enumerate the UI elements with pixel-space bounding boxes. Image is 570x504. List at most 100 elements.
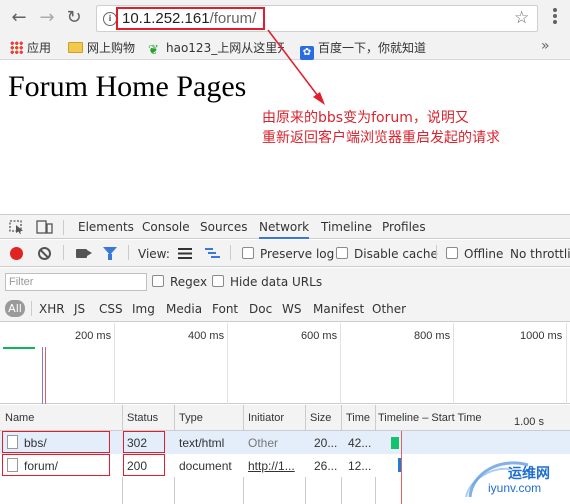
- preserve-log-checkbox[interactable]: [242, 247, 254, 259]
- annotation-text: 由原来的bbs变为forum，说明又 重新返回客户端浏览器重启发起的请求: [262, 108, 562, 148]
- row-type: document: [179, 459, 232, 473]
- annotation-line-1: 由原来的bbs变为forum，说明又: [262, 110, 469, 126]
- reload-icon[interactable]: ↻: [63, 7, 85, 29]
- name-highlight-box: [2, 431, 110, 453]
- tab-console[interactable]: Console: [142, 220, 190, 234]
- type-font[interactable]: Font: [212, 302, 238, 316]
- filter-bar: Filter Regex Hide data URLs: [0, 268, 570, 294]
- network-overview[interactable]: 200 ms 400 ms 600 ms 800 ms 1000 ms: [0, 323, 570, 404]
- menu-icon[interactable]: [548, 8, 562, 28]
- capture-screenshots-icon[interactable]: [76, 249, 92, 258]
- bookmark-baidu[interactable]: ✿ 百度一下，你就知道: [300, 40, 426, 60]
- tab-profiles[interactable]: Profiles: [382, 220, 426, 234]
- row-type: text/html: [179, 436, 225, 450]
- network-toolbar: View: Preserve log Disable cache Offline…: [0, 240, 570, 267]
- bookmark-label: hao123_上网从这里开: [166, 41, 284, 55]
- col-timeline[interactable]: Timeline – Start Time: [378, 412, 482, 424]
- toolbar-divider: [436, 245, 437, 260]
- annotation-line-2: 重新返回客户端浏览器重启发起的请求: [262, 130, 500, 146]
- devtools-tab-bar: Elements Console Sources Network Timelin…: [0, 214, 570, 239]
- overview-gridline: [340, 323, 341, 404]
- overview-waterfall-icon[interactable]: [205, 248, 220, 259]
- bookmark-apps[interactable]: 应用: [10, 40, 51, 56]
- col-time[interactable]: Time: [346, 412, 370, 424]
- tab-elements[interactable]: Elements: [78, 220, 134, 234]
- timeline-scale-label: 1.00 s: [514, 416, 544, 428]
- overview-tick-label: 400 ms: [188, 330, 225, 342]
- bookmark-label: 百度一下，你就知道: [318, 41, 427, 55]
- filter-icon[interactable]: [103, 247, 117, 260]
- overview-tick-label: 600 ms: [301, 330, 338, 342]
- type-xhr[interactable]: XHR: [39, 302, 65, 316]
- filter-input[interactable]: Filter: [5, 273, 147, 291]
- inspect-element-icon[interactable]: [9, 220, 25, 234]
- throttling-select[interactable]: No throttlin: [510, 247, 570, 261]
- type-all[interactable]: All: [5, 300, 25, 317]
- col-size[interactable]: Size: [310, 412, 331, 424]
- watermark-cn: 运维网: [508, 466, 550, 482]
- large-rows-icon[interactable]: [178, 248, 192, 259]
- watermark-en: iyunv.com: [488, 481, 542, 495]
- apps-icon: [10, 41, 23, 54]
- name-highlight-box: [2, 454, 110, 476]
- type-js[interactable]: JS: [74, 302, 85, 316]
- waterfall-bar: [391, 437, 399, 449]
- page-title: Forum Home Pages: [8, 70, 247, 103]
- row-initiator-link[interactable]: http://1...: [248, 459, 295, 473]
- overview-request-bar: [3, 347, 35, 349]
- watermark-logo: 运维网 iyunv.com: [448, 451, 566, 501]
- disable-cache-checkbox[interactable]: [336, 247, 348, 259]
- tab-timeline[interactable]: Timeline: [321, 220, 372, 234]
- bookmark-label: 网上购物: [87, 41, 136, 55]
- load-event-line: [401, 431, 402, 504]
- overview-gridline: [114, 323, 115, 404]
- col-name[interactable]: Name: [5, 412, 34, 424]
- requests-table-header: Name Status Type Initiator Size Time Tim…: [0, 405, 570, 431]
- resource-type-bar: All XHR JS CSS Img Media Font Doc WS Man…: [0, 294, 570, 322]
- bookmarks-more-icon[interactable]: »: [541, 38, 550, 54]
- row-time: 42...: [348, 436, 372, 450]
- type-manifest[interactable]: Manifest: [313, 302, 364, 316]
- row-size: 26...: [314, 459, 338, 473]
- address-bar[interactable]: i 10.1.252.161/forum/ ☆: [96, 5, 538, 32]
- offline-label: Offline: [464, 247, 504, 261]
- type-css[interactable]: CSS: [99, 302, 123, 316]
- info-icon[interactable]: i: [103, 12, 117, 26]
- regex-label: Regex: [170, 275, 208, 289]
- col-initiator[interactable]: Initiator: [248, 412, 284, 424]
- overview-gridline: [227, 323, 228, 404]
- type-doc[interactable]: Doc: [249, 302, 272, 316]
- overview-tick-label: 1000 ms: [520, 330, 563, 342]
- type-other[interactable]: Other: [372, 302, 406, 316]
- device-mode-icon[interactable]: [36, 220, 53, 234]
- type-ws[interactable]: WS: [282, 302, 301, 316]
- offline-checkbox[interactable]: [446, 247, 458, 259]
- forward-arrow-icon[interactable]: →: [36, 7, 58, 29]
- hide-data-urls-label: Hide data URLs: [230, 275, 323, 289]
- col-type[interactable]: Type: [179, 412, 203, 424]
- tab-sources[interactable]: Sources: [200, 220, 247, 234]
- folder-icon: [68, 42, 83, 53]
- overview-gridline: [566, 323, 567, 404]
- star-icon[interactable]: ☆: [514, 8, 529, 28]
- hide-data-urls-checkbox[interactable]: [212, 275, 224, 287]
- record-icon[interactable]: [10, 247, 23, 260]
- status-highlight-box: [123, 431, 165, 453]
- url-highlight-box: [116, 7, 265, 30]
- status-highlight-box: [123, 454, 165, 476]
- disable-cache-label: Disable cache: [354, 247, 438, 261]
- col-status[interactable]: Status: [127, 412, 158, 424]
- back-arrow-icon[interactable]: ←: [8, 7, 30, 29]
- load-event-line: [45, 347, 46, 404]
- tab-network[interactable]: Network: [259, 220, 310, 239]
- type-media[interactable]: Media: [166, 302, 202, 316]
- hao123-icon: ❦: [148, 43, 159, 57]
- bookmark-label: 应用: [27, 41, 52, 55]
- regex-checkbox[interactable]: [152, 275, 164, 287]
- bookmark-shopping[interactable]: 网上购物: [68, 40, 135, 56]
- type-img[interactable]: Img: [132, 302, 155, 316]
- row-time: 12...: [348, 459, 372, 473]
- clear-icon[interactable]: [38, 247, 51, 260]
- bookmark-hao123[interactable]: ❦ hao123_上网从这里开: [148, 40, 284, 57]
- view-label: View:: [138, 247, 170, 261]
